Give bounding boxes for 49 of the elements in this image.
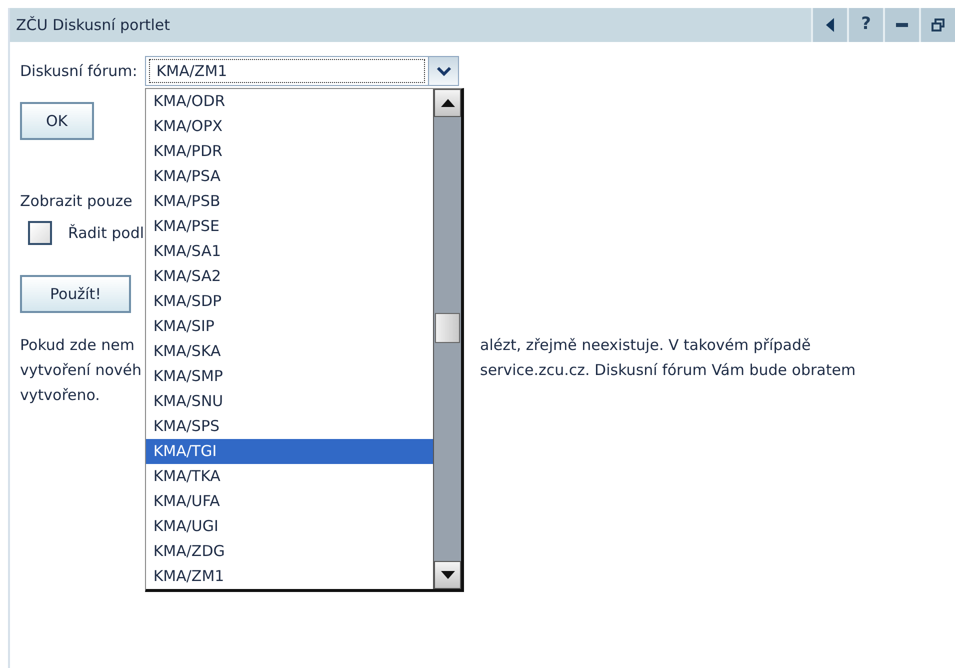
dropdown-option[interactable]: KMA/SA1: [146, 239, 434, 264]
apply-button[interactable]: Použít!: [20, 275, 132, 313]
notice-text: vytvořeno.: [20, 386, 100, 404]
field-label: Diskusní fórum:: [20, 60, 138, 82]
scroll-thumb[interactable]: [435, 313, 460, 343]
dropdown-option[interactable]: KMA/SNU: [146, 389, 434, 414]
dropdown-option[interactable]: KMA/ZDG: [146, 539, 434, 564]
triangle-down-icon: [440, 571, 455, 579]
dropdown-option[interactable]: KMA/TGI: [146, 439, 434, 464]
chevron-down-icon: [436, 65, 452, 77]
dropdown-option[interactable]: KMA/SPS: [146, 414, 434, 439]
dropdown-option[interactable]: KMA/UFA: [146, 489, 434, 514]
checkbox-label: Řadit podl: [68, 222, 144, 244]
dropdown-option[interactable]: KMA/PSE: [146, 214, 434, 239]
back-button[interactable]: [811, 8, 847, 42]
notice-text: Pokud zde nem: [20, 336, 134, 354]
dropdown-option[interactable]: KMA/ODR: [146, 89, 434, 114]
restore-icon: [931, 18, 945, 32]
dropdown-option[interactable]: KMA/UGI: [146, 514, 434, 539]
dropdown-option[interactable]: KMA/ZM1: [146, 564, 434, 589]
sort-checkbox[interactable]: [28, 221, 52, 245]
dropdown-option[interactable]: KMA/SMP: [146, 364, 434, 389]
selected-value: KMA/ZM1: [149, 59, 426, 83]
dropdown-button[interactable]: [428, 57, 458, 85]
minimize-button[interactable]: [883, 8, 919, 42]
portlet-title: ZČU Diskusní portlet: [15, 14, 172, 36]
notice-text: service.zcu.cz. Diskusní fórum Vám bude obratem: [480, 360, 856, 381]
dropdown-option[interactable]: KMA/PDR: [146, 139, 434, 164]
forum-select[interactable]: KMA/ZM1: [145, 56, 460, 86]
dropdown-option[interactable]: KMA/SDP: [146, 289, 434, 314]
ok-button[interactable]: OK: [20, 102, 94, 140]
dropdown-option[interactable]: KMA/TKA: [146, 464, 434, 489]
scrollbar[interactable]: [433, 89, 462, 589]
dropdown-option[interactable]: KMA/SKA: [146, 339, 434, 364]
notice-text: alézt, zřejmě neexistuje. V takovém případě: [480, 335, 811, 356]
dropdown-option[interactable]: KMA/PSA: [146, 164, 434, 189]
scroll-down-button[interactable]: [434, 561, 462, 589]
triangle-up-icon: [440, 99, 455, 107]
restore-button[interactable]: [919, 8, 955, 42]
help-button[interactable]: ?: [847, 8, 883, 42]
triangle-left-icon: [826, 18, 834, 32]
dropdown-option[interactable]: KMA/SIP: [146, 314, 434, 339]
notice-text: vytvoření novéh: [20, 361, 142, 379]
dropdown-option[interactable]: KMA/PSB: [146, 189, 434, 214]
minimize-icon: [896, 23, 908, 27]
dropdown-option[interactable]: KMA/OPX: [146, 114, 434, 139]
scroll-up-button[interactable]: [434, 89, 462, 117]
filter-label: Zobrazit pouze: [20, 192, 132, 210]
dropdown-option[interactable]: KMA/SA2: [146, 264, 434, 289]
